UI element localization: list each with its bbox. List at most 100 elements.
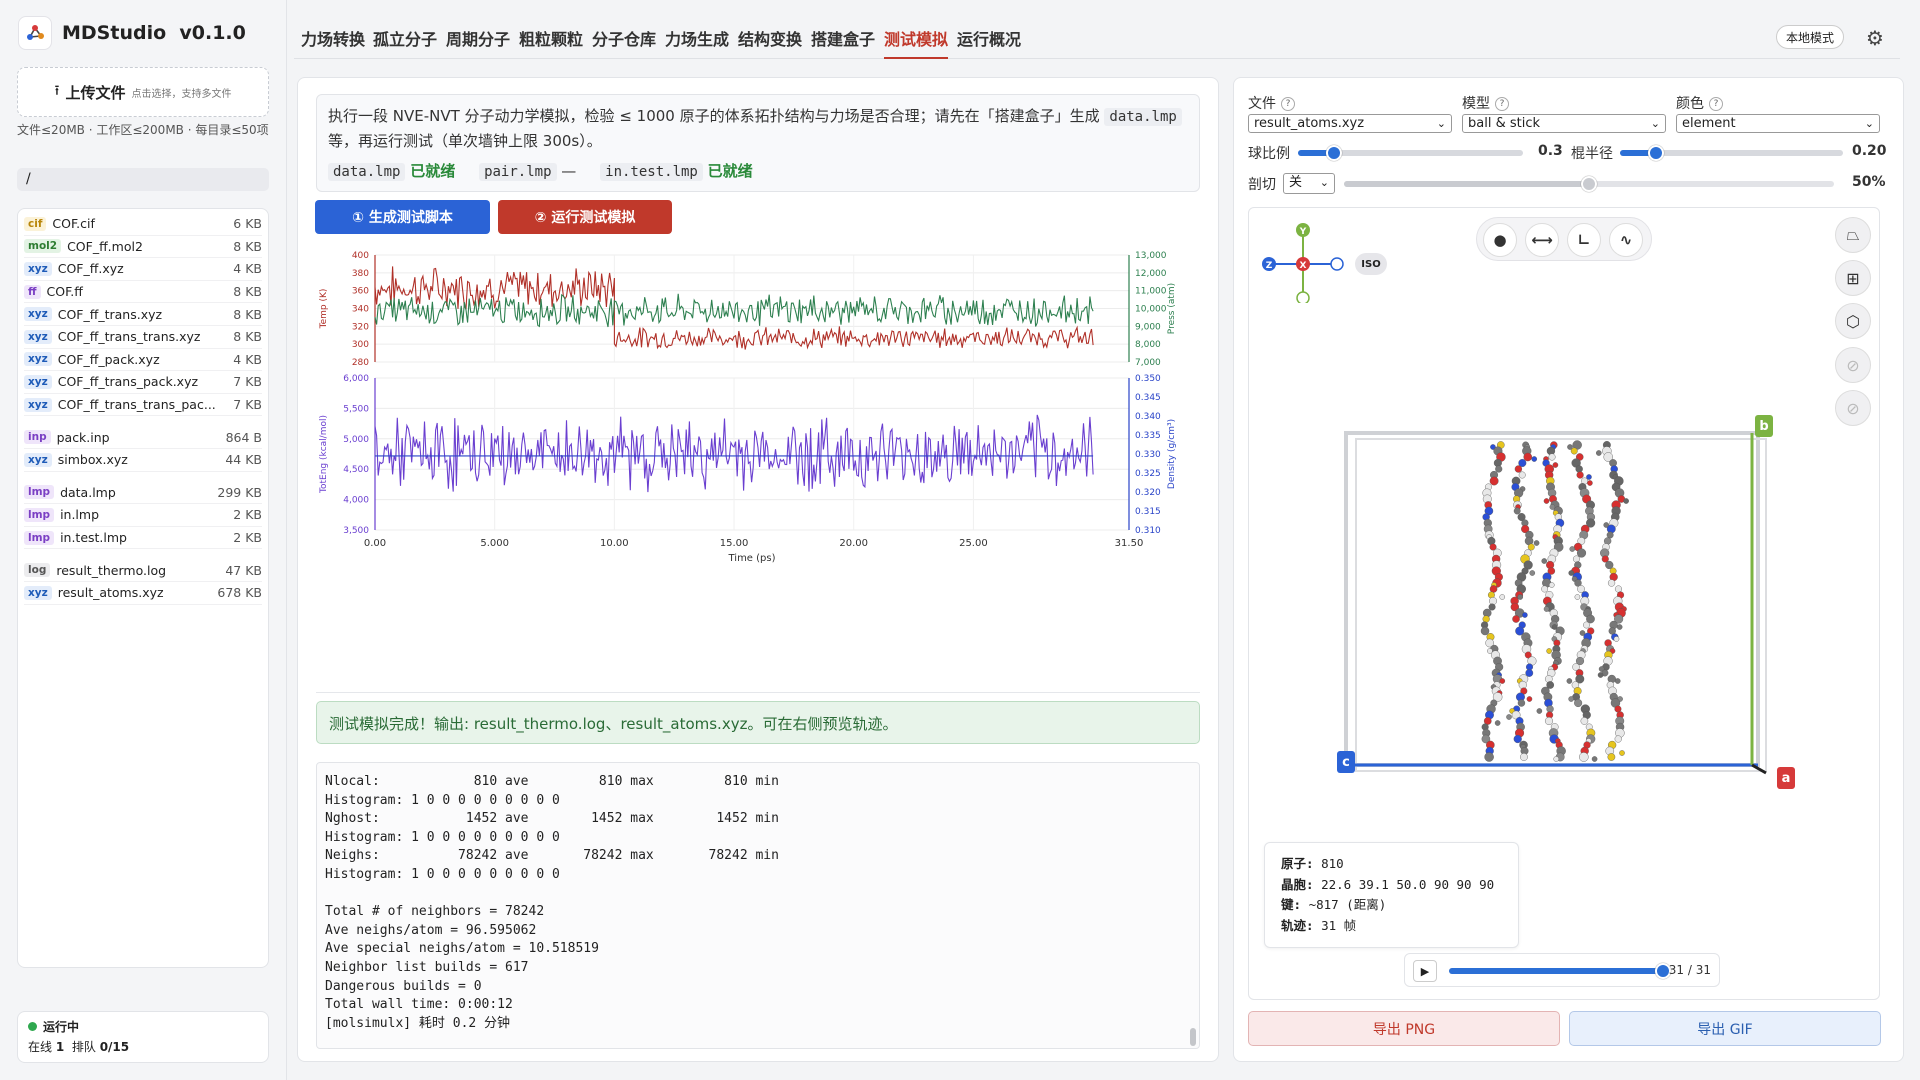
atom — [1494, 720, 1501, 726]
tab-1[interactable]: 孤立分子 — [373, 26, 437, 50]
grid-icon[interactable]: ⊞ — [1835, 260, 1871, 296]
file-item[interactable]: log result_thermo.log 47 KB — [24, 559, 262, 582]
tab-2[interactable]: 周期分子 — [446, 26, 510, 50]
file-type-badge: mol2 — [24, 239, 62, 254]
file-item[interactable]: xyz simbox.xyz 44 KB — [24, 449, 262, 472]
help-icon[interactable]: ? — [1495, 97, 1509, 111]
y-tick-label: 340 — [352, 305, 369, 315]
file-item[interactable]: xyz COF_ff_trans.xyz 8 KB — [24, 303, 262, 326]
atom — [1484, 752, 1494, 762]
y2-tick-label: 0.315 — [1135, 507, 1161, 517]
stick-radius-slider[interactable] — [1620, 145, 1843, 161]
file-size: 2 KB — [233, 530, 262, 546]
upload-dropzone[interactable]: ⭱ 上传文件 点击选择，支持多文件 — [17, 67, 269, 117]
tab-4[interactable]: 分子仓库 — [592, 26, 656, 50]
app-logo[interactable]: MDStudio v0.1.0 — [18, 16, 246, 50]
file-type-badge: lmp — [24, 485, 55, 500]
atom — [1533, 540, 1540, 546]
atom-mode-icon[interactable]: ● — [1483, 223, 1517, 257]
file-item[interactable]: xyz COF_ff.xyz 4 KB — [24, 258, 262, 281]
unit-cell-icon[interactable]: ⬡ — [1835, 303, 1871, 339]
file-size: 864 B — [225, 429, 262, 445]
slider-thumb[interactable] — [1326, 145, 1342, 161]
slider-thumb[interactable] — [1581, 176, 1597, 192]
hide-hydrogen-icon[interactable]: ⊘ — [1835, 347, 1871, 383]
atom — [1513, 507, 1521, 515]
y-tick-label: 380 — [352, 269, 369, 279]
log-line: Ave special neighs/atom = 10.518519 — [325, 941, 599, 957]
log-scrollbar[interactable] — [1190, 1028, 1196, 1046]
thermo-chart: 280 300 320 340 360 380 400 7,000 8,000 9,000 10,0… — [319, 251, 1177, 564]
generate-script-button[interactable]: ① 生成测试脚本 — [315, 200, 490, 234]
tab-3[interactable]: 粗粒颗粒 — [519, 26, 583, 50]
file-item[interactable]: xyz COF_ff_trans_trans_pac... 7 KB — [24, 394, 262, 417]
clip-select[interactable]: 关 ⌄ — [1283, 173, 1335, 194]
export-png-button[interactable]: 导出 PNG — [1248, 1011, 1560, 1046]
slider-thumb[interactable] — [1647, 145, 1664, 161]
atom — [1546, 705, 1554, 713]
x-tick-label: 20.00 — [839, 538, 868, 549]
atom — [1587, 480, 1593, 486]
atom — [1579, 752, 1589, 762]
tab-7[interactable]: 搭建盒子 — [811, 26, 875, 50]
atom — [1526, 696, 1533, 702]
color-select-label: 颜色? — [1676, 93, 1723, 113]
perspective-icon[interactable]: ⏢ — [1835, 217, 1871, 253]
run-simulation-button[interactable]: ② 运行测试模拟 — [498, 200, 672, 234]
current-path[interactable]: / — [17, 168, 269, 191]
ball-scale-value: 0.3 — [1538, 143, 1563, 159]
atom — [1553, 756, 1560, 762]
file-item[interactable]: xyz COF_ff_pack.xyz 4 KB — [24, 349, 262, 372]
file-name: simbox.xyz — [57, 452, 128, 468]
help-icon[interactable]: ? — [1709, 97, 1723, 111]
tab-0[interactable]: 力场转换 — [301, 26, 365, 50]
x-tick-label: 10.00 — [600, 538, 629, 549]
iso-view-button[interactable]: ISO — [1355, 253, 1387, 275]
axis-gizmo[interactable]: Y Z X — [1255, 218, 1345, 303]
simulation-log[interactable]: Nlocal: 810 ave 810 max 810 min Histogram… — [316, 762, 1200, 1049]
file-item[interactable]: cif COF.cif 6 KB — [24, 213, 262, 236]
clip-slider[interactable] — [1344, 176, 1834, 192]
atom — [1499, 678, 1506, 684]
file-item[interactable]: xyz result_atoms.xyz 678 KB — [24, 582, 262, 605]
atom — [1606, 531, 1614, 539]
file-item[interactable]: lmp data.lmp 299 KB — [24, 482, 262, 505]
local-mode-button[interactable]: 本地模式 — [1776, 25, 1844, 49]
molecule-render[interactable] — [1338, 425, 1788, 800]
file-item[interactable]: xyz COF_ff_trans_pack.xyz 7 KB — [24, 371, 262, 394]
atom — [1570, 447, 1578, 455]
atom — [1536, 708, 1543, 714]
tab-8[interactable]: 测试模拟 — [884, 26, 949, 59]
dihedral-mode-icon[interactable]: ∿ — [1609, 223, 1643, 257]
tab-6[interactable]: 结构变换 — [738, 26, 802, 50]
ball-scale-slider[interactable] — [1298, 145, 1523, 161]
clip-value: 50% — [1852, 174, 1886, 190]
axis-y-label: Y — [1299, 227, 1307, 237]
axis-z-label: Z — [1266, 261, 1273, 271]
file-item[interactable]: xyz COF_ff_trans_trans.xyz 8 KB — [24, 326, 262, 349]
file-group-gap — [24, 472, 262, 482]
file-select[interactable]: result_atoms.xyz ⌄ — [1248, 114, 1452, 133]
file-item[interactable]: lmp in.lmp 2 KB — [24, 504, 262, 527]
color-select[interactable]: element ⌄ — [1676, 114, 1880, 133]
play-icon[interactable]: ▶ — [1413, 960, 1437, 982]
distance-mode-icon[interactable]: ⟷ — [1525, 223, 1559, 257]
file-item[interactable]: lmp in.test.lmp 2 KB — [24, 527, 262, 550]
tab-5[interactable]: 力场生成 — [665, 26, 729, 50]
atom — [1527, 543, 1535, 551]
atom — [1623, 498, 1629, 504]
export-gif-button[interactable]: 导出 GIF — [1569, 1011, 1881, 1046]
model-select[interactable]: ball & stick ⌄ — [1462, 114, 1666, 133]
y2-tick-label: 10,000 — [1135, 305, 1167, 315]
file-item[interactable]: mol2 COF_ff.mol2 8 KB — [24, 236, 262, 259]
frame-slider[interactable] — [1449, 963, 1671, 979]
hide-bonds-icon[interactable]: ⊘ — [1835, 390, 1871, 426]
angle-mode-icon[interactable]: ∟ — [1567, 223, 1601, 257]
tab-9[interactable]: 运行概况 — [957, 26, 1021, 50]
file-item[interactable]: inp pack.inp 864 B — [24, 426, 262, 449]
file-item[interactable]: ff COF.ff 8 KB — [24, 281, 262, 304]
settings-gear-icon[interactable]: ⚙ — [1866, 26, 1884, 50]
file-size: 7 KB — [233, 397, 262, 413]
help-icon[interactable]: ? — [1281, 97, 1295, 111]
